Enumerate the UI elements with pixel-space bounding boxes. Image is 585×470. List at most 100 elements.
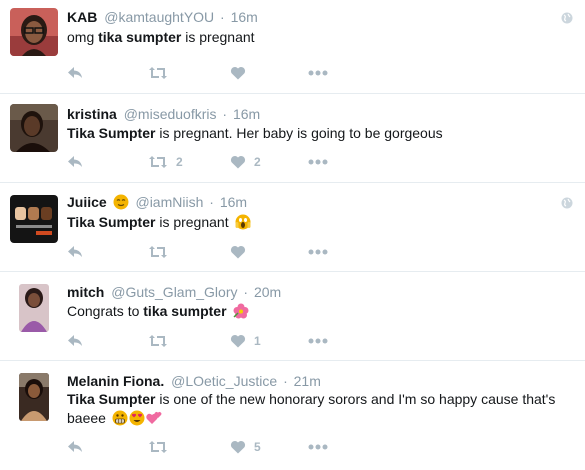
more-dots-icon (308, 338, 328, 344)
tweet-text: Congrats to tika sumpter (67, 302, 571, 321)
reply-button[interactable] (67, 242, 83, 262)
heart-eyes-emoji-icon (129, 410, 145, 426)
separator-dot: · (283, 373, 288, 389)
separator-dot: · (243, 284, 249, 300)
timestamp[interactable]: 16m (220, 194, 247, 210)
more-button[interactable] (308, 242, 328, 262)
more-dots-icon (308, 249, 328, 255)
highlighted-term: Tika Sumpter (67, 125, 156, 141)
avatar[interactable] (10, 104, 58, 152)
heart-icon (230, 67, 246, 80)
tweet-header: Juiice @iamNiish · 16m (67, 192, 247, 212)
text-segment: omg (67, 29, 99, 45)
heart-icon (230, 441, 246, 454)
highlighted-term: tika sumpter (143, 303, 227, 319)
timeline: KAB @kamtaughtYOU · 16m omg tika sumpter… (0, 0, 585, 470)
highlighted-term: Tika Sumpter (67, 214, 156, 230)
more-dots-icon (308, 159, 328, 165)
tweet[interactable]: mitch @Guts_Glam_Glory · 20m Congrats to… (0, 272, 585, 361)
separator-dot: · (222, 106, 228, 122)
two-hearts-emoji-icon (146, 412, 162, 424)
woman-avatar-icon (19, 284, 49, 332)
like-button[interactable] (230, 242, 254, 262)
retweet-button[interactable]: 2 (148, 152, 183, 172)
reply-button[interactable] (67, 152, 83, 172)
user-handle[interactable]: @iamNiish (135, 194, 203, 210)
like-count: 2 (254, 155, 261, 169)
timestamp[interactable]: 20m (254, 284, 281, 300)
tweet-header: kristina @miseduofkris · 16m (67, 104, 260, 124)
globe-icon (561, 197, 573, 209)
reply-button[interactable] (67, 437, 83, 457)
tweet-header: Melanin Fiona. @LOetic_Justice · 21m (67, 371, 321, 391)
heart-icon (230, 156, 246, 169)
display-name[interactable]: KAB (67, 9, 97, 25)
text-segment: is pregnant (155, 214, 229, 230)
retweet-icon (149, 246, 167, 258)
retweet-count: 2 (176, 155, 183, 169)
retweet-icon (149, 335, 167, 347)
tweet[interactable]: Juiice @iamNiish · 16m Tika Sumpter is p… (0, 183, 585, 272)
tweet-header: mitch @Guts_Glam_Glory · 20m (67, 282, 281, 302)
text-segment: is pregnant (181, 29, 255, 45)
woman-avatar-icon (10, 104, 58, 152)
grimace-emoji-icon (112, 410, 128, 426)
retweet-icon (149, 156, 167, 168)
tweet-header: KAB @kamtaughtYOU · 16m (67, 7, 258, 27)
display-name[interactable]: Juiice (67, 194, 107, 210)
text-segment: Congrats to (67, 303, 144, 319)
like-count: 1 (254, 334, 261, 348)
fists-avatar-icon (10, 195, 58, 243)
retweet-button[interactable] (148, 437, 176, 457)
tweet[interactable]: KAB @kamtaughtYOU · 16m omg tika sumpter… (0, 0, 585, 94)
timestamp[interactable]: 16m (231, 9, 258, 25)
highlighted-term: tika sumpter (98, 29, 182, 45)
more-button[interactable] (308, 152, 328, 172)
scream-emoji-icon (235, 214, 251, 230)
retweet-button[interactable] (148, 331, 176, 351)
timestamp[interactable]: 16m (233, 106, 260, 122)
tweet[interactable]: kristina @miseduofkris · 16m Tika Sumpte… (0, 94, 585, 183)
retweet-button[interactable] (148, 63, 176, 83)
reply-button[interactable] (67, 63, 83, 83)
reply-icon (68, 156, 82, 167)
more-button[interactable] (308, 331, 328, 351)
retweet-button[interactable] (148, 242, 176, 262)
user-handle[interactable]: @kamtaughtYOU (104, 9, 214, 25)
like-button[interactable]: 5 (230, 437, 261, 457)
heart-icon (230, 335, 246, 348)
user-handle[interactable]: @LOetic_Justice (171, 373, 277, 389)
timestamp[interactable]: 21m (294, 373, 321, 389)
avatar[interactable] (10, 8, 58, 56)
display-name[interactable]: mitch (67, 284, 104, 300)
separator-dot: · (209, 194, 214, 210)
like-button[interactable] (230, 63, 254, 83)
more-button[interactable] (308, 63, 328, 83)
hibiscus-emoji-icon (232, 303, 249, 319)
retweet-icon (149, 67, 167, 79)
tweet-text: Tika Sumpter is pregnant (67, 213, 571, 232)
tweet[interactable]: Melanin Fiona. @LOetic_Justice · 21m Tik… (0, 361, 585, 470)
tweet-text: Tika Sumpter is one of the new honorary … (67, 390, 571, 428)
display-name[interactable]: Melanin Fiona. (67, 373, 164, 389)
avatar[interactable] (10, 195, 58, 243)
like-button[interactable]: 2 (230, 152, 261, 172)
user-handle[interactable]: @Guts_Glam_Glory (111, 284, 237, 300)
relieved-emoji-icon (113, 194, 129, 210)
retweet-icon (149, 441, 167, 453)
more-button[interactable] (308, 437, 328, 457)
like-button[interactable]: 1 (230, 331, 261, 351)
avatar[interactable] (19, 373, 49, 421)
reply-button[interactable] (67, 331, 83, 351)
more-dots-icon (308, 70, 328, 76)
display-name[interactable]: kristina (67, 106, 117, 122)
reply-icon (68, 67, 82, 78)
user-handle[interactable]: @miseduofkris (124, 106, 217, 122)
more-dots-icon (308, 444, 328, 450)
text-segment: is pregnant. Her baby is going to be gor… (155, 125, 443, 141)
reply-icon (68, 246, 82, 257)
like-count: 5 (254, 440, 261, 454)
heart-icon (230, 246, 246, 259)
avatar[interactable] (19, 284, 49, 332)
tweet-text: omg tika sumpter is pregnant (67, 28, 571, 47)
